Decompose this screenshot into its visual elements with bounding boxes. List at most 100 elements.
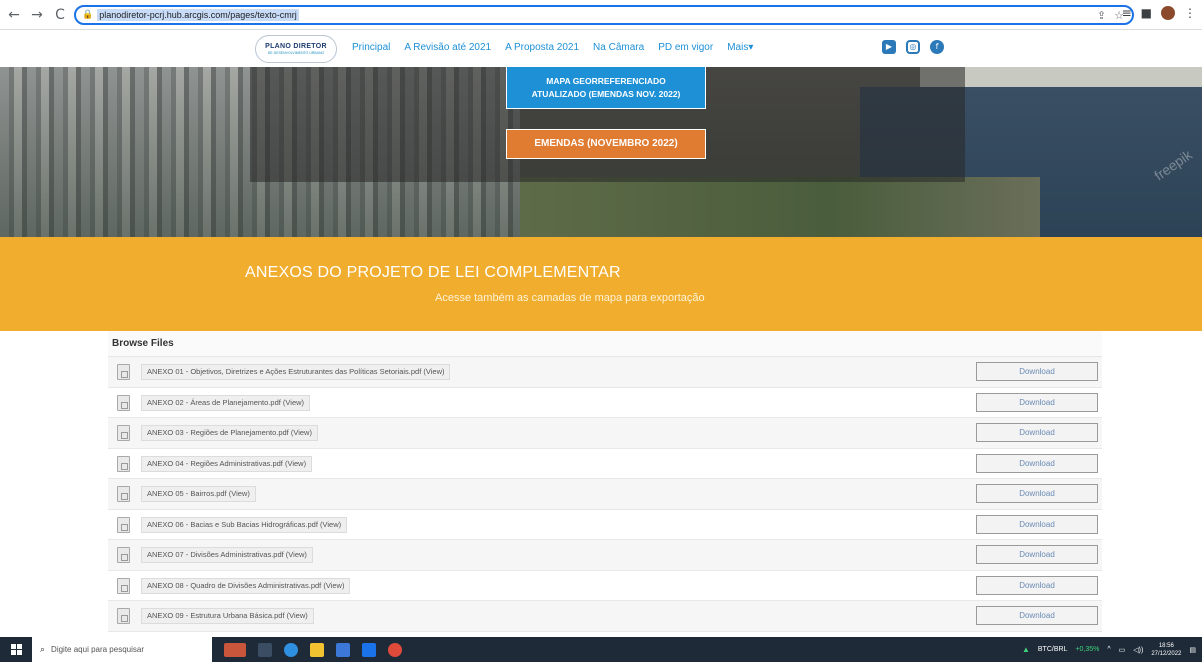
menu-item-revisao[interactable]: A Revisão até 2021 xyxy=(404,42,491,53)
file-row: ANEXO 04 - Regiões Administrativas.pdf (… xyxy=(108,449,1102,479)
map-button[interactable]: MAPA GEORREFERENCIADO ATUALIZADO (EMENDA… xyxy=(506,67,706,109)
file-list: ANEXO 01 - Objetivos, Diretrizes e Ações… xyxy=(108,357,1102,632)
browse-files-header: Browse Files xyxy=(108,331,1102,357)
file-row: ANEXO 05 - Bairros.pdf (View) Download xyxy=(108,479,1102,510)
taskbar-search[interactable]: ⌕ Digite aqui para pesquisar xyxy=(32,637,212,662)
download-button[interactable]: Download xyxy=(976,362,1098,381)
menu-item-mais[interactable]: Mais▾ xyxy=(727,42,753,53)
facebook-icon[interactable]: f xyxy=(930,40,944,54)
reading-list-icon[interactable]: ≡ xyxy=(1122,6,1132,20)
search-icon: ⌕ xyxy=(40,644,46,655)
ticker-label[interactable]: BTC/BRL xyxy=(1038,646,1068,653)
download-button[interactable]: Download xyxy=(976,392,1098,412)
annex-band: ANEXOS DO PROJETO DE LEI COMPLEMENTAR Ac… xyxy=(0,237,1202,331)
clock-date: 27/12/2022 xyxy=(1151,650,1182,657)
start-button[interactable] xyxy=(0,637,32,662)
youtube-icon[interactable]: ▶ xyxy=(882,40,896,54)
stock-trend-icon: ▲ xyxy=(1021,645,1030,654)
shore-image xyxy=(520,177,1040,237)
taskbar-apps xyxy=(224,642,402,657)
profile-avatar[interactable] xyxy=(1161,6,1175,20)
file-row: ANEXO 01 - Objetivos, Diretrizes e Ações… xyxy=(108,357,1102,388)
download-button[interactable]: Download xyxy=(976,606,1098,625)
volume-icon[interactable]: ◁)) xyxy=(1133,646,1143,654)
forward-button[interactable]: → xyxy=(28,6,46,24)
menu-dots-icon[interactable]: ⋮ xyxy=(1184,6,1196,20)
file-row: ANEXO 09 - Estrutura Urbana Básica.pdf (… xyxy=(108,601,1102,632)
side-panel-icon[interactable]: ■ xyxy=(1141,6,1152,20)
file-icon xyxy=(117,486,130,502)
download-button[interactable]: Download xyxy=(976,453,1098,473)
file-row: ANEXO 08 - Quadro de Divisões Administra… xyxy=(108,571,1102,601)
browser-toolbar: ← → C 🔒 planodiretor-pcrj.hub.arcgis.com… xyxy=(0,0,1202,30)
emendas-button[interactable]: EMENDAS (NOVEMBRO 2022) xyxy=(506,129,706,159)
file-row: ANEXO 03 - Regiões de Planejamento.pdf (… xyxy=(108,418,1102,449)
band-title: ANEXOS DO PROJETO DE LEI COMPLEMENTAR xyxy=(245,264,621,281)
file-link[interactable]: ANEXO 03 - Regiões de Planejamento.pdf (… xyxy=(141,425,318,441)
file-link[interactable]: ANEXO 05 - Bairros.pdf (View) xyxy=(141,486,256,502)
file-icon xyxy=(117,577,130,594)
map-button-line1: MAPA GEORREFERENCIADO xyxy=(546,76,666,86)
download-button[interactable]: Download xyxy=(976,484,1098,503)
site-header: PLANO DIRETOR DE DESENVOLVIMENTO URBANO … xyxy=(0,30,1202,67)
task-view-icon[interactable] xyxy=(258,642,272,657)
file-icon xyxy=(117,547,130,563)
file-link[interactable]: ANEXO 08 - Quadro de Divisões Administra… xyxy=(141,577,351,594)
file-icon xyxy=(117,455,130,472)
notification-icon[interactable]: ▤ xyxy=(1189,646,1196,654)
band-subtitle-link[interactable]: Acesse também as camadas de mapa para ex… xyxy=(435,292,705,304)
file-browser: Browse Files ANEXO 01 - Objetivos, Diret… xyxy=(108,331,1102,632)
file-row: ANEXO 07 - Divisões Administrativas.pdf … xyxy=(108,540,1102,571)
plano-diretor-logo[interactable]: PLANO DIRETOR DE DESENVOLVIMENTO URBANO xyxy=(255,35,337,63)
address-bar[interactable]: 🔒 planodiretor-pcrj.hub.arcgis.com/pages… xyxy=(74,5,1134,25)
edge-browser-icon[interactable] xyxy=(284,642,298,657)
menu-item-pd-em-vigor[interactable]: PD em vigor xyxy=(658,42,713,53)
file-icon xyxy=(117,394,130,411)
lock-icon: 🔒 xyxy=(82,10,94,20)
file-explorer-icon[interactable] xyxy=(310,642,324,657)
file-link[interactable]: ANEXO 06 - Bacias e Sub Bacias Hidrográf… xyxy=(141,516,348,533)
back-button[interactable]: ← xyxy=(5,6,23,24)
file-row: ANEXO 06 - Bacias e Sub Bacias Hidrográf… xyxy=(108,510,1102,540)
menu-item-camara[interactable]: Na Câmara xyxy=(593,42,644,53)
file-link[interactable]: ANEXO 07 - Divisões Administrativas.pdf … xyxy=(141,547,313,563)
windows-logo-icon xyxy=(10,644,22,655)
menu-item-proposta[interactable]: A Proposta 2021 xyxy=(505,42,579,53)
download-button[interactable]: Download xyxy=(976,575,1098,595)
windows-taskbar: ⌕ Digite aqui para pesquisar ▲ BTC/BRL +… xyxy=(0,637,1202,662)
clock[interactable]: 18:56 27/12/2022 xyxy=(1151,642,1181,658)
share-icon[interactable]: ⇪ xyxy=(1097,9,1106,22)
file-icon xyxy=(117,425,130,441)
network-icon[interactable]: ▭ xyxy=(1119,646,1126,654)
instagram-icon[interactable]: ◎ xyxy=(906,40,920,54)
file-link[interactable]: ANEXO 04 - Regiões Administrativas.pdf (… xyxy=(141,455,313,472)
download-button[interactable]: Download xyxy=(976,423,1098,442)
hero-banner: freepik MAPA GEORREFERENCIADO ATUALIZADO… xyxy=(0,67,1202,237)
reload-button[interactable]: C xyxy=(51,6,69,24)
news-widget-icon[interactable] xyxy=(224,642,246,657)
chevron-up-icon[interactable]: ^ xyxy=(1107,646,1110,653)
url-text[interactable]: planodiretor-pcrj.hub.arcgis.com/pages/t… xyxy=(97,9,299,21)
store-icon[interactable] xyxy=(336,642,350,657)
main-menu: Principal A Revisão até 2021 A Proposta … xyxy=(352,42,767,53)
clock-time: 18:56 xyxy=(1158,642,1174,649)
file-icon xyxy=(117,516,130,533)
menu-item-principal[interactable]: Principal xyxy=(352,42,390,53)
mail-icon[interactable] xyxy=(362,642,376,657)
file-icon xyxy=(117,364,130,380)
logo-text: PLANO DIRETOR xyxy=(265,43,327,50)
file-link[interactable]: ANEXO 02 - Áreas de Planejamento.pdf (Vi… xyxy=(141,394,311,411)
file-icon xyxy=(117,608,130,624)
chrome-icon[interactable] xyxy=(388,642,402,657)
file-link[interactable]: ANEXO 09 - Estrutura Urbana Básica.pdf (… xyxy=(141,608,314,624)
logo-subtext: DE DESENVOLVIMENTO URBANO xyxy=(267,51,325,55)
taskbar-search-placeholder: Digite aqui para pesquisar xyxy=(51,645,144,654)
file-row: ANEXO 02 - Áreas de Planejamento.pdf (Vi… xyxy=(108,388,1102,418)
ticker-value: +0,35% xyxy=(1075,646,1100,653)
download-button[interactable]: Download xyxy=(976,514,1098,534)
download-button[interactable]: Download xyxy=(976,545,1098,564)
social-links: ▶ ◎ f xyxy=(882,40,944,54)
file-link[interactable]: ANEXO 01 - Objetivos, Diretrizes e Ações… xyxy=(141,364,451,380)
system-tray: ▲ BTC/BRL +0,35% ^ ▭ ◁)) 18:56 27/12/202… xyxy=(1022,642,1202,658)
map-button-line2: ATUALIZADO (EMENDAS NOV. 2022) xyxy=(531,89,681,99)
